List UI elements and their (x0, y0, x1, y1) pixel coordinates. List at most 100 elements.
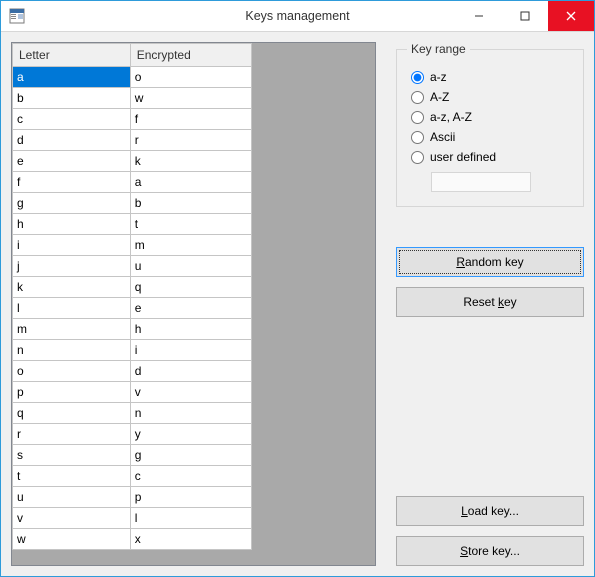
cell-letter[interactable]: c (13, 109, 131, 130)
column-header-letter[interactable]: Letter (13, 44, 131, 67)
close-button[interactable] (548, 1, 594, 31)
table-row[interactable]: ao (13, 67, 252, 88)
cell-letter[interactable]: q (13, 403, 131, 424)
table-row[interactable]: bw (13, 88, 252, 109)
table-row[interactable]: tc (13, 466, 252, 487)
cell-letter[interactable]: w (13, 529, 131, 550)
cell-letter[interactable]: l (13, 298, 131, 319)
cell-encrypted[interactable]: p (130, 487, 251, 508)
maximize-button[interactable] (502, 1, 548, 31)
load-key-button[interactable]: Load key... (396, 496, 584, 526)
cell-encrypted[interactable]: h (130, 319, 251, 340)
key-grid-panel: Letter Encrypted aobwcfdrekfagbhtimjukql… (11, 42, 376, 566)
cell-encrypted[interactable]: d (130, 361, 251, 382)
cell-encrypted[interactable]: y (130, 424, 251, 445)
cell-encrypted[interactable]: g (130, 445, 251, 466)
cell-encrypted[interactable]: u (130, 256, 251, 277)
table-row[interactable]: ek (13, 151, 252, 172)
store-key-button[interactable]: Store key... (396, 536, 584, 566)
keyrange-radio[interactable] (411, 111, 424, 124)
minimize-button[interactable] (456, 1, 502, 31)
keyrange-option[interactable]: user defined (407, 150, 573, 164)
table-row[interactable]: le (13, 298, 252, 319)
cell-letter[interactable]: a (13, 67, 131, 88)
right-panel: Key range a-zA-Za-z, A-ZAsciiuser define… (396, 42, 584, 566)
cell-letter[interactable]: n (13, 340, 131, 361)
table-row[interactable]: od (13, 361, 252, 382)
keyrange-label: A-Z (430, 90, 449, 104)
keyrange-radio[interactable] (411, 91, 424, 104)
cell-letter[interactable]: g (13, 193, 131, 214)
cell-encrypted[interactable]: f (130, 109, 251, 130)
keyrange-radio[interactable] (411, 131, 424, 144)
cell-encrypted[interactable]: n (130, 403, 251, 424)
titlebar: Keys management (1, 1, 594, 32)
window: Keys management Letter (0, 0, 595, 577)
table-row[interactable]: ni (13, 340, 252, 361)
user-defined-input[interactable] (431, 172, 531, 192)
cell-encrypted[interactable]: i (130, 340, 251, 361)
table-row[interactable]: fa (13, 172, 252, 193)
cell-letter[interactable]: d (13, 130, 131, 151)
keyrange-option[interactable]: a-z, A-Z (407, 110, 573, 124)
reset-key-button[interactable]: Reset key (396, 287, 584, 317)
column-header-encrypted[interactable]: Encrypted (130, 44, 251, 67)
cell-encrypted[interactable]: w (130, 88, 251, 109)
keyrange-radio[interactable] (411, 151, 424, 164)
table-row[interactable]: gb (13, 193, 252, 214)
cell-letter[interactable]: u (13, 487, 131, 508)
table-row[interactable]: sg (13, 445, 252, 466)
cell-letter[interactable]: s (13, 445, 131, 466)
table-row[interactable]: up (13, 487, 252, 508)
cell-encrypted[interactable]: r (130, 130, 251, 151)
table-row[interactable]: im (13, 235, 252, 256)
cell-encrypted[interactable]: v (130, 382, 251, 403)
cell-letter[interactable]: f (13, 172, 131, 193)
cell-letter[interactable]: i (13, 235, 131, 256)
table-row[interactable]: mh (13, 319, 252, 340)
keyrange-option[interactable]: A-Z (407, 90, 573, 104)
keyrange-label: a-z (430, 70, 447, 84)
table-row[interactable]: ht (13, 214, 252, 235)
random-key-button[interactable]: Random key (396, 247, 584, 277)
table-row[interactable]: vl (13, 508, 252, 529)
cell-letter[interactable]: e (13, 151, 131, 172)
cell-letter[interactable]: v (13, 508, 131, 529)
table-row[interactable]: ju (13, 256, 252, 277)
cell-letter[interactable]: t (13, 466, 131, 487)
table-row[interactable]: wx (13, 529, 252, 550)
window-controls (456, 1, 594, 31)
cell-encrypted[interactable]: e (130, 298, 251, 319)
keyrange-option[interactable]: Ascii (407, 130, 573, 144)
cell-encrypted[interactable]: a (130, 172, 251, 193)
cell-letter[interactable]: b (13, 88, 131, 109)
cell-encrypted[interactable]: m (130, 235, 251, 256)
cell-letter[interactable]: r (13, 424, 131, 445)
cell-encrypted[interactable]: l (130, 508, 251, 529)
cell-encrypted[interactable]: t (130, 214, 251, 235)
table-row[interactable]: dr (13, 130, 252, 151)
cell-encrypted[interactable]: x (130, 529, 251, 550)
client-area: Letter Encrypted aobwcfdrekfagbhtimjukql… (1, 32, 594, 576)
cell-encrypted[interactable]: c (130, 466, 251, 487)
keyrange-label: Ascii (430, 130, 455, 144)
cell-letter[interactable]: h (13, 214, 131, 235)
table-row[interactable]: qn (13, 403, 252, 424)
cell-letter[interactable]: j (13, 256, 131, 277)
cell-encrypted[interactable]: q (130, 277, 251, 298)
table-row[interactable]: ry (13, 424, 252, 445)
cell-encrypted[interactable]: k (130, 151, 251, 172)
table-row[interactable]: cf (13, 109, 252, 130)
keyrange-option[interactable]: a-z (407, 70, 573, 84)
key-grid-scroll[interactable]: Letter Encrypted aobwcfdrekfagbhtimjukql… (12, 43, 375, 565)
cell-letter[interactable]: k (13, 277, 131, 298)
cell-letter[interactable]: p (13, 382, 131, 403)
cell-letter[interactable]: m (13, 319, 131, 340)
keyrange-radio[interactable] (411, 71, 424, 84)
table-row[interactable]: kq (13, 277, 252, 298)
table-row[interactable]: pv (13, 382, 252, 403)
cell-encrypted[interactable]: o (130, 67, 251, 88)
cell-letter[interactable]: o (13, 361, 131, 382)
key-grid[interactable]: Letter Encrypted aobwcfdrekfagbhtimjukql… (12, 43, 252, 550)
cell-encrypted[interactable]: b (130, 193, 251, 214)
